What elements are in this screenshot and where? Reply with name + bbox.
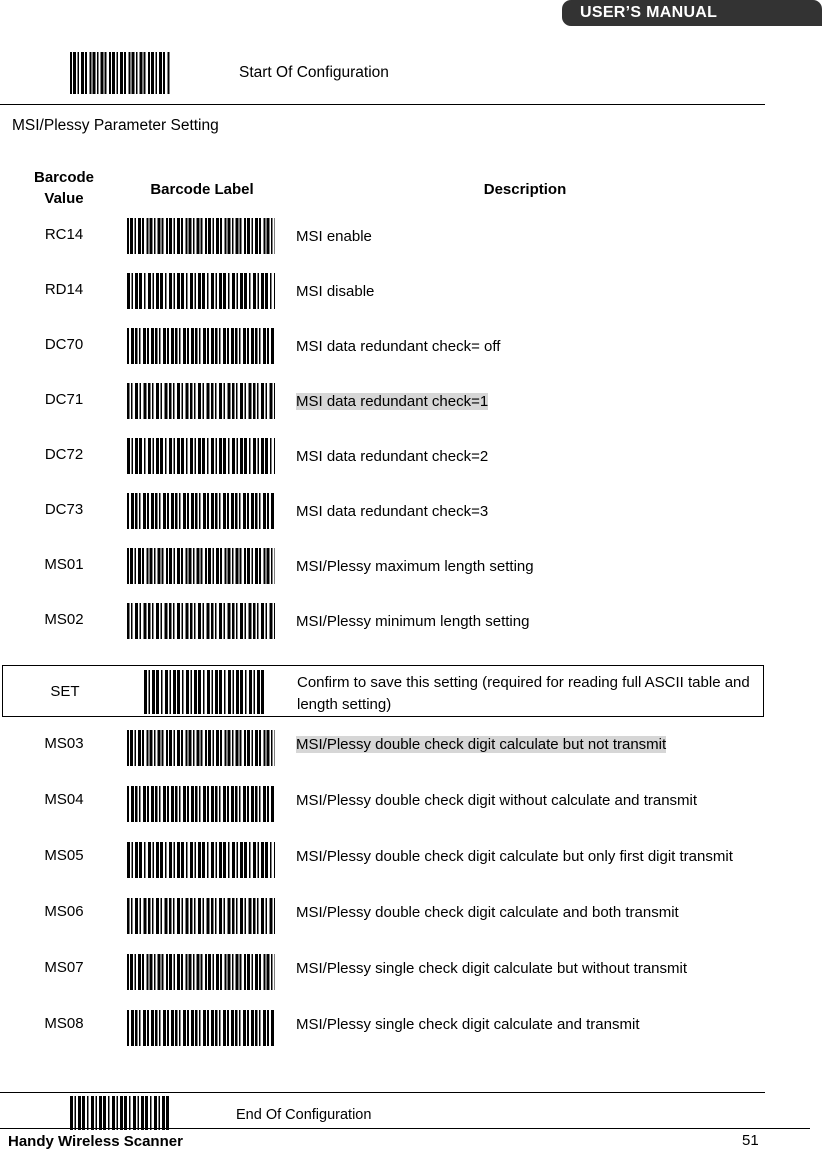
row-description: MSI data redundant check=3 — [296, 503, 489, 520]
divider-top — [0, 104, 765, 105]
table-row: DC71 MSI data redundant check=1 — [0, 383, 780, 438]
footer-page-number: 51 — [742, 1132, 759, 1149]
barcode-value: MS08 — [44, 1015, 84, 1032]
barcode-value: RD14 — [44, 281, 84, 298]
barcode-icon — [127, 786, 275, 822]
barcode-value: RC14 — [44, 226, 84, 243]
row-description: MSI enable — [296, 228, 372, 245]
barcode-icon — [70, 1096, 170, 1130]
column-header-barcode-value-line1: Barcode — [33, 169, 95, 186]
barcode-icon — [127, 273, 275, 309]
barcode-icon — [127, 328, 275, 364]
table-row: MS01 MSI/Plessy maximum length setting — [0, 548, 780, 603]
barcode-value: DC72 — [44, 446, 84, 463]
row-description: MSI disable — [296, 283, 375, 300]
table-row: RC14 MSI enable — [0, 218, 780, 273]
barcode-icon — [127, 603, 275, 639]
table-row: MS02 MSI/Plessy minimum length setting — [0, 603, 780, 658]
row-description: MSI/Plessy double check digit calculate … — [296, 736, 667, 753]
barcode-value: MS04 — [44, 791, 84, 808]
barcode-value: MS02 — [44, 611, 84, 628]
row-description: MSI/Plessy double check digit calculate … — [296, 904, 679, 921]
barcode-icon — [127, 730, 275, 766]
row-description: MSI/Plessy minimum length setting — [296, 613, 530, 630]
barcode-icon — [144, 670, 264, 714]
end-of-configuration-row: End Of Configuration — [0, 1096, 765, 1136]
row-description: MSI data redundant check=2 — [296, 448, 489, 465]
section-title: MSI/Plessy Parameter Setting — [12, 117, 219, 134]
row-description: MSI/Plessy double check digit calculate … — [296, 848, 733, 865]
start-of-configuration-row: Start Of Configuration — [0, 52, 765, 96]
barcode-icon — [127, 842, 275, 878]
table-row: RD14 MSI disable — [0, 273, 780, 328]
barcode-value: MS03 — [44, 735, 84, 752]
page-header-bar: USER’S MANUAL — [562, 0, 822, 26]
column-header-barcode-value: Barcode Value — [10, 167, 118, 209]
table-row: DC72 MSI data redundant check=2 — [0, 438, 780, 493]
row-description: Confirm to save this setting (required f… — [297, 674, 750, 713]
barcode-value: MS06 — [44, 903, 84, 920]
barcode-icon — [70, 52, 170, 94]
table-row: MS06 MSI/Plessy double check digit calcu… — [0, 898, 780, 946]
manual-page: USER’S MANUAL Start Of Configuration MSI… — [0, 0, 822, 1153]
divider-bottom — [0, 1092, 765, 1093]
barcode-icon — [127, 1010, 275, 1046]
barcode-value: SET — [50, 683, 80, 700]
column-header-barcode-value-line2: Value — [44, 190, 84, 207]
page-header-title: USER’S MANUAL — [580, 4, 718, 21]
barcode-icon — [127, 438, 275, 474]
row-description: MSI data redundant check= off — [296, 338, 501, 355]
column-header-description: Description — [483, 181, 567, 198]
row-description: MSI data redundant check=1 — [296, 393, 489, 410]
end-of-configuration-label: End Of Configuration — [236, 1107, 372, 1123]
table-row: MS05 MSI/Plessy double check digit calcu… — [0, 842, 780, 890]
row-description: MSI/Plessy single check digit calculate … — [296, 1016, 640, 1033]
start-of-configuration-label: Start Of Configuration — [239, 64, 389, 81]
footer-product-name: Handy Wireless Scanner — [8, 1133, 183, 1150]
table-row: MS04 MSI/Plessy double check digit witho… — [0, 786, 780, 834]
row-description: MSI/Plessy maximum length setting — [296, 558, 534, 575]
barcode-icon — [127, 218, 275, 254]
barcode-value: MS07 — [44, 959, 84, 976]
barcode-value: MS01 — [44, 556, 84, 573]
barcode-value: MS05 — [44, 847, 84, 864]
table-row: MS08 MSI/Plessy single check digit calcu… — [0, 1010, 780, 1058]
column-header-barcode-label: Barcode Label — [150, 181, 254, 198]
divider-footer — [0, 1128, 810, 1129]
set-confirm-row: SET Confirm to save this setting (requir… — [2, 665, 764, 717]
barcode-value: DC73 — [44, 501, 84, 518]
table-row: MS03 MSI/Plessy double check digit calcu… — [0, 730, 780, 778]
table-row: DC73 MSI data redundant check=3 — [0, 493, 780, 548]
barcode-icon — [127, 548, 275, 584]
barcode-icon — [127, 898, 275, 934]
table-row: DC70 MSI data redundant check= off — [0, 328, 780, 383]
barcode-icon — [127, 954, 275, 990]
barcode-value: DC70 — [44, 336, 84, 353]
barcode-icon — [127, 383, 275, 419]
barcode-icon — [127, 493, 275, 529]
table-row: MS07 MSI/Plessy single check digit calcu… — [0, 954, 780, 1002]
row-description: MSI/Plessy double check digit without ca… — [296, 792, 698, 809]
row-description: MSI/Plessy single check digit calculate … — [296, 960, 688, 977]
barcode-value: DC71 — [44, 391, 84, 408]
